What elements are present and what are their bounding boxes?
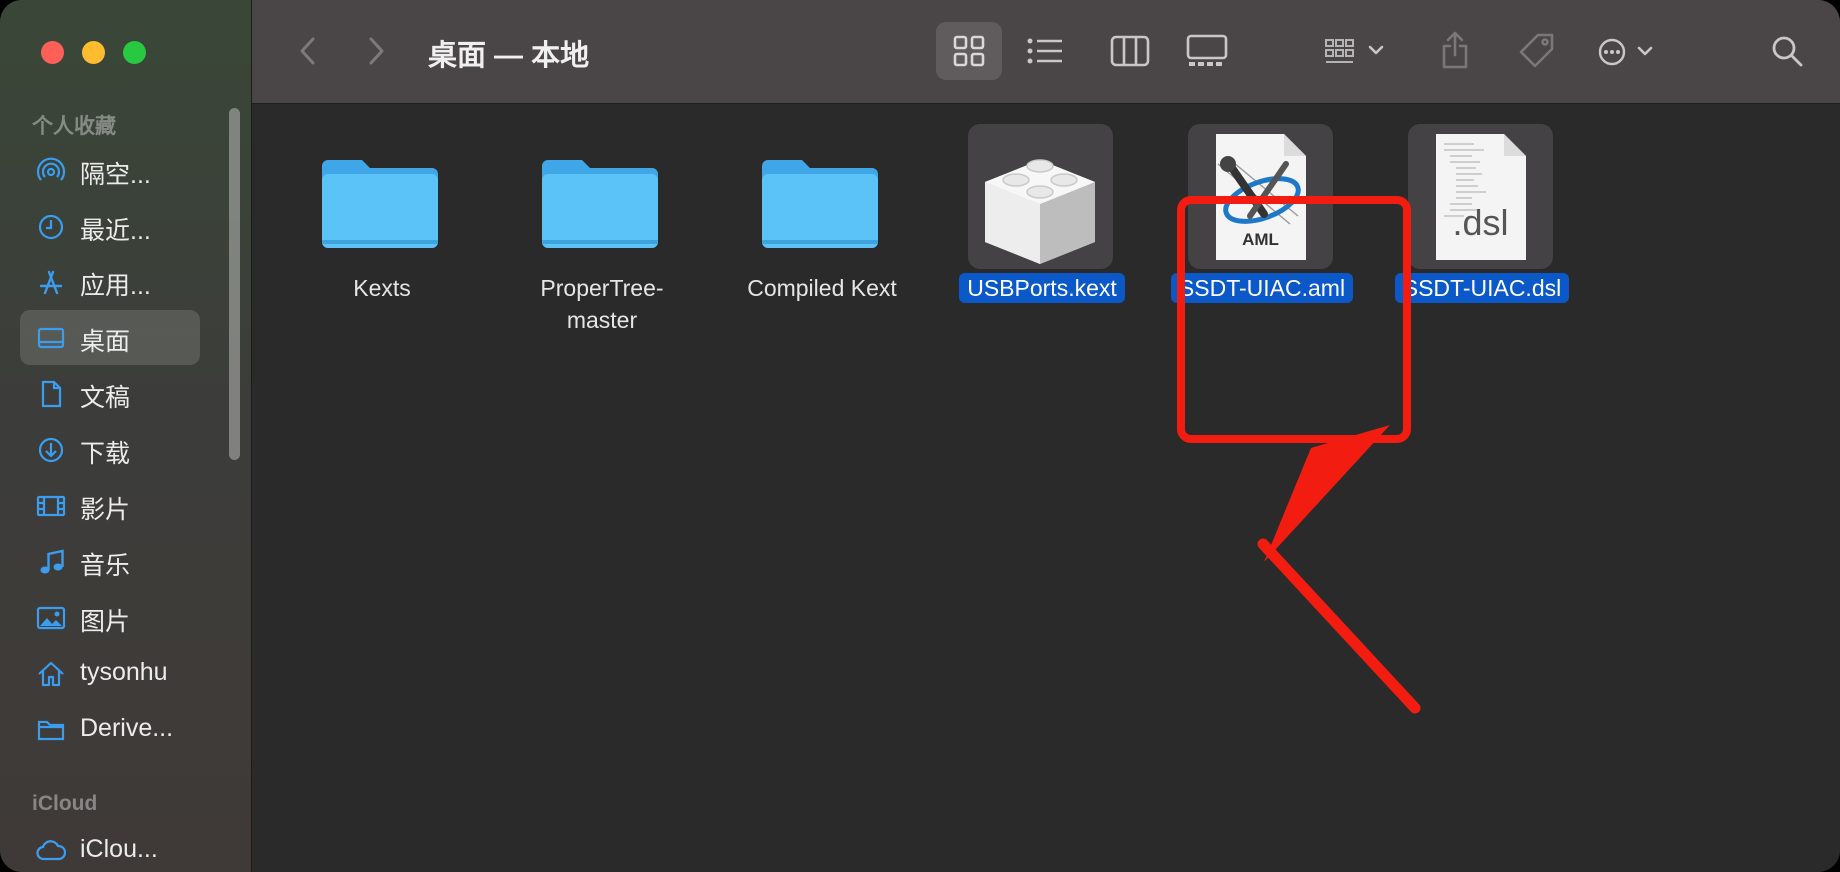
home-icon: [38, 661, 64, 687]
photo-icon: [36, 606, 66, 630]
minimize-window-button[interactable]: [82, 41, 105, 64]
sidebar-item-label: iClou...: [80, 835, 158, 863]
close-window-button[interactable]: [41, 41, 64, 64]
airdrop-icon: [36, 157, 66, 181]
gallery-view-button[interactable]: [1174, 22, 1240, 80]
favorites-section-title: 个人收藏: [32, 115, 116, 138]
cloud-icon: [36, 840, 66, 861]
sidebar-item-airdrop[interactable]: 隔空...: [20, 143, 200, 198]
sidebar-scrollbar[interactable]: [229, 108, 240, 460]
share-icon: [1442, 31, 1468, 69]
sidebar-item-desktop[interactable]: 桌面: [20, 310, 200, 365]
folder-icon: [37, 720, 65, 741]
tag-button[interactable]: [1510, 22, 1564, 80]
sidebar-item-label: 隔空...: [80, 161, 151, 189]
tag-icon: [1519, 33, 1554, 68]
sidebar-item-label: 最近...: [80, 217, 151, 245]
share-button[interactable]: [1430, 22, 1480, 80]
sidebar-item-derived-data[interactable]: Derive...: [20, 702, 200, 757]
sidebar-item-label: 图片: [80, 608, 131, 636]
list-view-button[interactable]: [1014, 22, 1074, 80]
group-button[interactable]: [1316, 22, 1396, 80]
back-icon: [300, 37, 315, 65]
back-button[interactable]: [288, 22, 328, 80]
sidebar-item-label: tysonhu: [80, 658, 168, 686]
gallery-view-icon: [1186, 34, 1228, 66]
sidebar-item-icloud-drive[interactable]: iClou...: [20, 823, 200, 872]
more-icon: [1598, 38, 1653, 66]
sidebar-item-home[interactable]: tysonhu: [20, 646, 200, 701]
column-view-button[interactable]: [1100, 22, 1160, 80]
search-button[interactable]: [1760, 22, 1814, 80]
icon-view-button[interactable]: [936, 22, 1002, 80]
music-icon: [40, 549, 64, 574]
desktop-icon: [37, 327, 65, 349]
sidebar-item-label: 文稿: [80, 384, 131, 412]
annotation-arrow: [1257, 425, 1421, 714]
clock-icon: [38, 214, 64, 240]
search-icon: [1772, 36, 1803, 67]
document-icon: [41, 380, 62, 408]
sidebar-item-downloads[interactable]: 下载: [20, 422, 200, 477]
column-view-icon: [1110, 35, 1150, 67]
sidebar-item-pictures[interactable]: 图片: [20, 590, 200, 645]
list-view-icon: [1027, 38, 1062, 64]
sidebar: 个人收藏 隔空... 最近... 应用... 桌面 文稿 下载 影片 音乐 图片…: [0, 0, 252, 872]
sidebar-item-applications[interactable]: 应用...: [20, 254, 200, 309]
file-browser-content: Kexts ProperTree-master Compiled Kext US…: [252, 104, 1840, 872]
sidebar-item-recents[interactable]: 最近...: [20, 199, 200, 254]
icon-view-icon: [953, 35, 985, 67]
more-actions-button[interactable]: [1590, 22, 1670, 80]
download-icon: [38, 437, 64, 463]
film-icon: [36, 495, 66, 517]
finder-window: 个人收藏 隔空... 最近... 应用... 桌面 文稿 下载 影片 音乐 图片…: [0, 0, 1840, 872]
zoom-window-button[interactable]: [123, 41, 146, 64]
sidebar-item-label: 应用...: [80, 272, 151, 300]
sidebar-item-documents[interactable]: 文稿: [20, 366, 200, 421]
toolbar: 桌面 — 本地: [252, 0, 1840, 104]
sidebar-item-label: 影片: [80, 496, 131, 524]
forward-button[interactable]: [356, 22, 396, 80]
sidebar-item-label: Derive...: [80, 714, 174, 742]
sidebar-item-label: 下载: [80, 440, 131, 468]
sidebar-item-music[interactable]: 音乐: [20, 534, 200, 589]
applications-icon: [39, 270, 63, 295]
sidebar-item-label: 桌面: [80, 328, 131, 356]
sidebar-item-label: 音乐: [80, 552, 131, 580]
sidebar-item-movies[interactable]: 影片: [20, 478, 200, 533]
group-icon: [1325, 39, 1384, 63]
forward-icon: [369, 37, 384, 65]
window-title: 桌面 — 本地: [428, 40, 590, 72]
icloud-section-title: iCloud: [32, 792, 98, 815]
